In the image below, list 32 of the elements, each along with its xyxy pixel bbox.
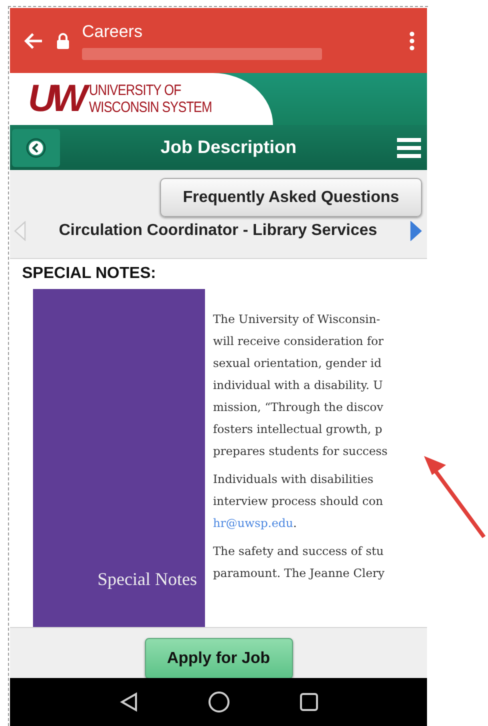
back-button[interactable]: [12, 128, 60, 166]
text-line: prepares students for success: [213, 443, 388, 459]
text-line: mission, “Through the discov: [213, 399, 384, 415]
apply-button[interactable]: Apply for Job: [144, 638, 292, 679]
menu-icon[interactable]: [397, 138, 421, 158]
text-line: interview process should con: [213, 493, 384, 509]
next-arrow-icon[interactable]: [410, 221, 422, 241]
text-line: individual with a disability. U: [213, 377, 384, 393]
text-line: hr@uwsp.edu.: [213, 515, 298, 531]
nav-title: Job Description: [159, 137, 298, 158]
faq-button[interactable]: Frequently Asked Questions: [160, 178, 422, 217]
text-line: fosters intellectual growth, p: [213, 421, 384, 437]
logo-text: UNIVERSITY OF: [89, 82, 182, 99]
lock-icon: [56, 32, 70, 50]
text-line: will receive consideration for: [213, 333, 385, 349]
page-title: Careers: [82, 22, 144, 42]
text-line: The University of Wisconsin-: [213, 311, 382, 327]
text-line: sexual orientation, gender id: [213, 355, 382, 371]
chevron-left-icon: [26, 138, 46, 158]
home-icon[interactable]: [208, 691, 230, 713]
text-line: The safety and success of stu: [213, 543, 385, 559]
section-heading: SPECIAL NOTES:: [22, 265, 157, 283]
side-panel-label: Special Notes: [98, 569, 197, 590]
email-link[interactable]: hr@uwsp.edu: [213, 516, 294, 530]
logo-text: WISCONSIN SYSTEM: [89, 99, 212, 116]
more-icon[interactable]: [409, 30, 415, 50]
back-arrow-icon[interactable]: [22, 30, 44, 50]
back-icon[interactable]: [120, 692, 138, 712]
job-title: Circulation Coordinator - Library Services: [58, 222, 378, 240]
text-line: Individuals with disabilities: [213, 471, 374, 487]
recents-icon[interactable]: [300, 693, 318, 711]
text-line: paramount. The Jeanne Clery: [213, 565, 386, 581]
